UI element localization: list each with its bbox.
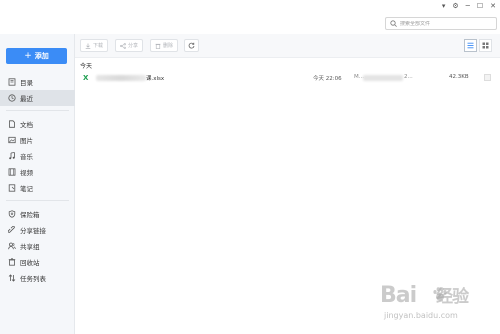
file-size: 42.3KB [449, 74, 469, 80]
sidebar-item-recent[interactable]: 最近 [0, 90, 75, 106]
video-icon [8, 168, 16, 176]
sidebar-item-music[interactable]: 音乐 [0, 148, 75, 164]
sidebar-item-label: 视频 [20, 169, 33, 177]
trash-icon [8, 258, 16, 266]
nav-group-main: 目录 最近 [0, 74, 75, 106]
search-input[interactable] [400, 20, 490, 27]
sidebar-item-label: 目录 [20, 79, 33, 87]
excel-file-icon: X [83, 74, 89, 82]
search-icon [390, 20, 397, 27]
sidebar-item-share-group[interactable]: 共享组 [0, 238, 75, 254]
delete-button[interactable]: 删除 [150, 39, 179, 52]
sidebar: + 添加 目录 最近 文档 图片 音乐 视频 笔记 保险箱 分享链接 共享组 回… [0, 34, 75, 334]
download-button[interactable]: 下载 [80, 39, 109, 52]
minimize-icon[interactable]: ─ [466, 2, 470, 10]
blurred-filename [96, 75, 146, 81]
sidebar-item-notes[interactable]: 笔记 [0, 180, 75, 196]
sidebar-item-task-list[interactable]: 任务列表 [0, 270, 75, 286]
refresh-button[interactable] [184, 39, 199, 52]
nav-group-categories: 文档 图片 音乐 视频 笔记 [0, 116, 75, 196]
add-button[interactable]: + 添加 [6, 48, 67, 64]
clock-icon [8, 94, 16, 102]
document-icon [8, 120, 16, 128]
sidebar-item-recycle-bin[interactable]: 回收站 [0, 254, 75, 270]
sidebar-item-label: 共享组 [20, 243, 40, 251]
sidebar-item-label: 笔记 [20, 185, 33, 193]
sidebar-item-label: 回收站 [20, 259, 40, 267]
sidebar-item-directory[interactable]: 目录 [0, 74, 75, 90]
sidebar-item-label: 保险箱 [20, 211, 40, 219]
title-bar: ▾ ⚙ ─ ☐ ✕ [0, 0, 500, 14]
sidebar-divider [6, 110, 69, 111]
image-icon [8, 136, 16, 144]
file-name[interactable]: 课.xlsx [146, 74, 164, 82]
menu-dropdown-icon[interactable]: ▾ [442, 2, 446, 10]
window-controls: ▾ ⚙ ─ ☐ ✕ [442, 2, 496, 10]
transfer-icon [8, 274, 16, 282]
section-title-today: 今天 [80, 63, 93, 70]
plus-icon: + [24, 50, 32, 61]
shield-icon [8, 210, 16, 218]
sidebar-item-label: 分享链接 [20, 227, 46, 235]
baidu-jingyan-watermark: Bai 经验 jingyan.baidu.com [380, 282, 498, 330]
sidebar-item-documents[interactable]: 文档 [0, 116, 75, 132]
link-icon [8, 226, 16, 234]
list-view-button[interactable] [464, 39, 477, 52]
grid-view-icon [482, 42, 489, 49]
add-button-label: 添加 [34, 52, 49, 60]
gear-icon[interactable]: ⚙ [452, 2, 458, 10]
blurred-path [363, 75, 403, 81]
sidebar-item-videos[interactable]: 视频 [0, 164, 75, 180]
group-icon [8, 242, 16, 250]
close-icon[interactable]: ✕ [490, 2, 496, 10]
sidebar-item-label: 文档 [20, 121, 33, 129]
watermark-brand: Bai 经验 [380, 283, 469, 308]
note-icon [8, 184, 16, 192]
sidebar-item-label: 图片 [20, 137, 33, 145]
file-path-suffix: 2... [404, 74, 413, 80]
share-icon [120, 42, 126, 49]
sidebar-item-safe[interactable]: 保险箱 [0, 206, 75, 222]
delete-icon [155, 43, 161, 49]
download-label: 下载 [93, 43, 104, 49]
maximize-icon[interactable]: ☐ [477, 2, 483, 10]
list-view-icon [467, 42, 474, 49]
delete-label: 删除 [163, 43, 174, 49]
toolbar: 下载 分享 删除 [75, 34, 500, 58]
sidebar-item-images[interactable]: 图片 [0, 132, 75, 148]
sidebar-item-share-links[interactable]: 分享链接 [0, 222, 75, 238]
music-icon [8, 152, 16, 160]
download-icon [85, 43, 91, 49]
share-label: 分享 [128, 43, 139, 49]
sidebar-item-label: 音乐 [20, 153, 33, 161]
file-time: 今天 22:06 [313, 76, 342, 82]
watermark-url: jingyan.baidu.com [384, 311, 458, 320]
sidebar-divider [6, 200, 69, 201]
search-box[interactable] [385, 17, 497, 30]
row-checkbox[interactable] [484, 74, 491, 81]
sidebar-item-label: 最近 [20, 95, 33, 103]
nav-group-tools: 保险箱 分享链接 共享组 回收站 任务列表 [0, 206, 75, 286]
paw-logo-icon [433, 287, 447, 301]
refresh-icon [188, 42, 195, 49]
share-button[interactable]: 分享 [115, 39, 144, 52]
grid-view-button[interactable] [479, 39, 492, 52]
directory-icon [8, 78, 16, 86]
sidebar-item-label: 任务列表 [20, 275, 46, 283]
